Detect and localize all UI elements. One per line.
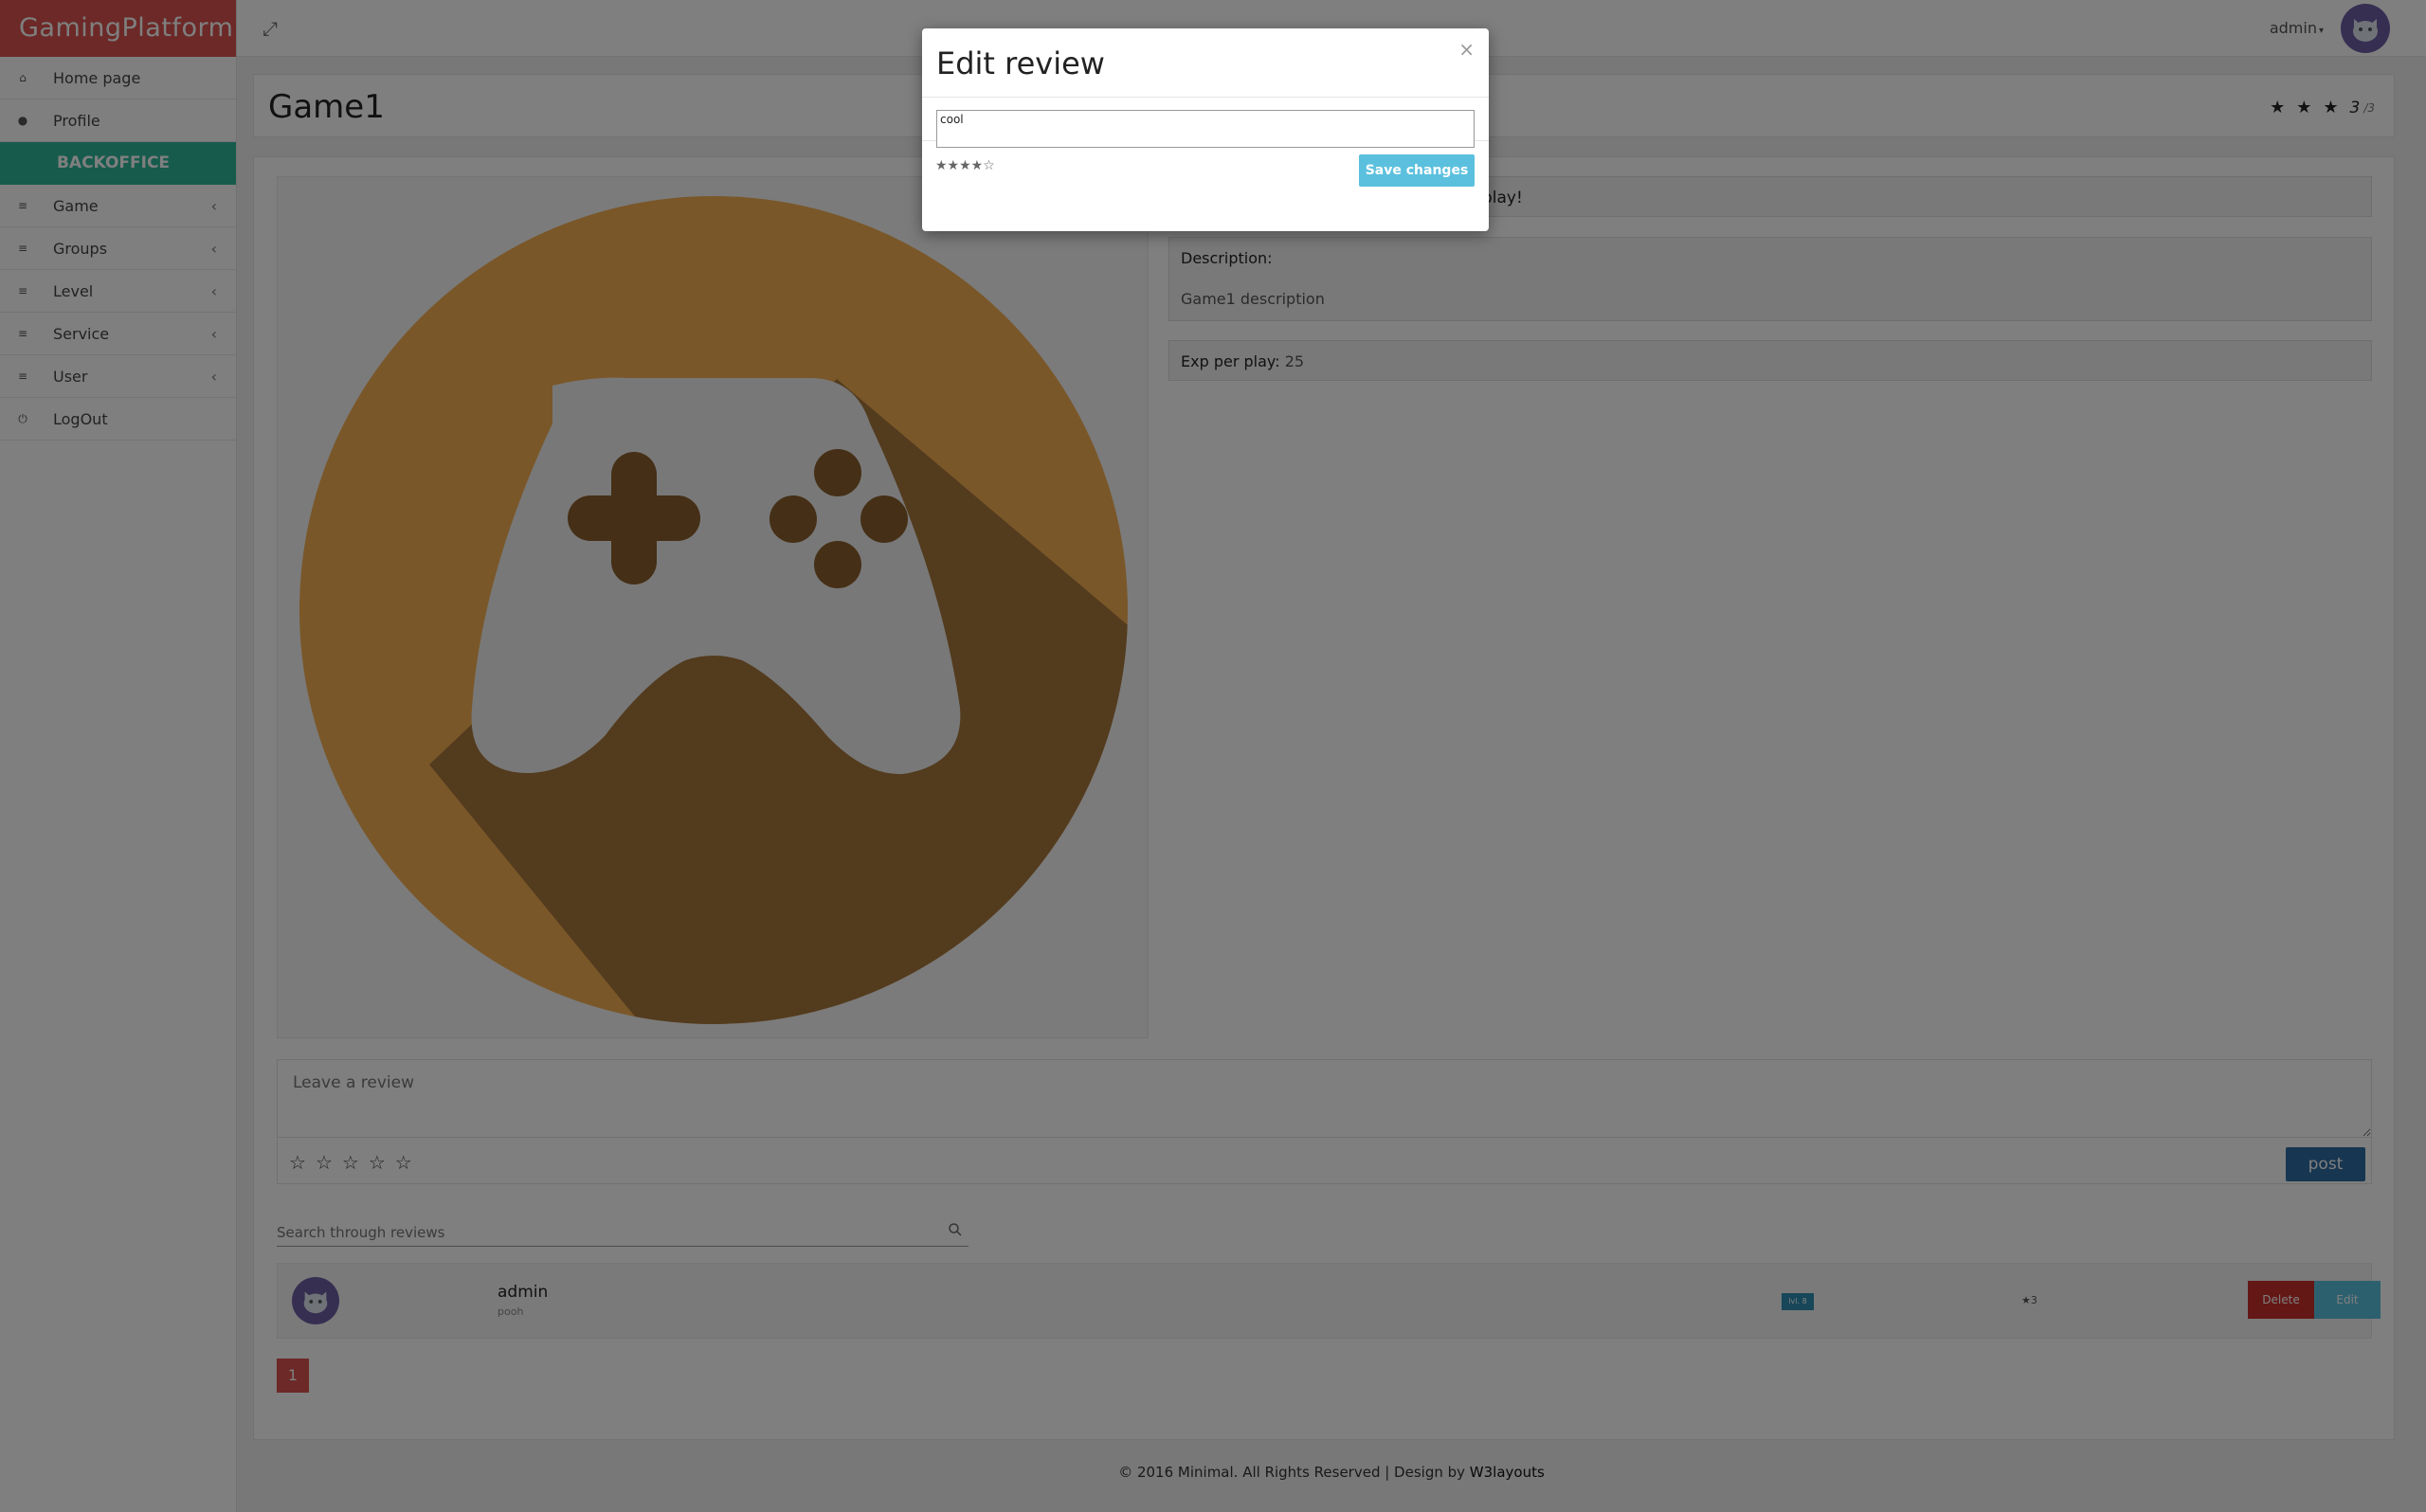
modal-body	[922, 98, 1489, 148]
modal-star-rating[interactable]: ★★★★☆	[935, 158, 995, 173]
modal-footer: ★★★★☆ Save changes	[922, 141, 1489, 230]
edit-review-modal: Edit review × ★★★★☆ Save changes	[922, 28, 1489, 231]
modal-title: Edit review	[936, 45, 1105, 81]
modal-header: Edit review ×	[922, 28, 1489, 98]
save-changes-button[interactable]: Save changes	[1359, 154, 1475, 187]
close-icon[interactable]: ×	[1458, 38, 1475, 61]
